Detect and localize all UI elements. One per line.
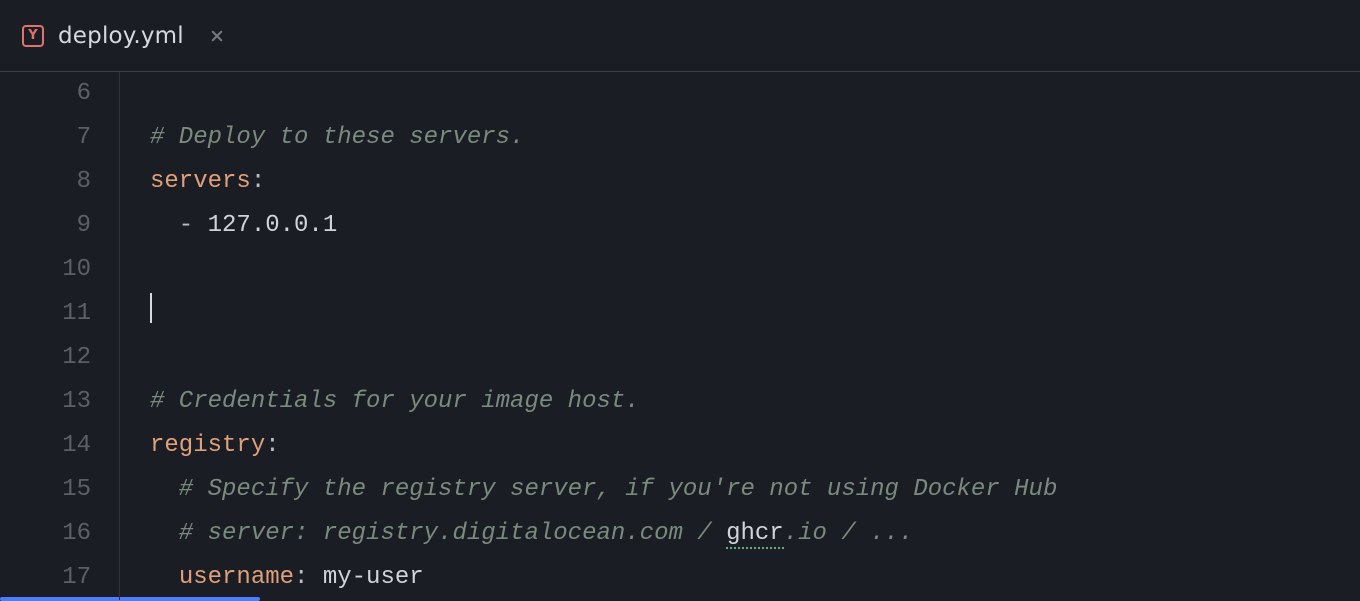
line-number: 7 [0, 116, 91, 160]
code-line[interactable]: - 127.0.0.1 [150, 204, 1360, 248]
tab-deploy-yml[interactable]: Y deploy.yml [0, 0, 254, 71]
code-line[interactable]: username: my-user [150, 556, 1360, 600]
code-token: # Deploy to these servers. [150, 124, 524, 151]
code-line[interactable]: # Specify the registry server, if you're… [150, 468, 1360, 512]
code-token: ghcr [726, 520, 784, 549]
line-number-gutter: 67891011121314151617 [0, 72, 120, 600]
code-line[interactable]: servers: [150, 160, 1360, 204]
code-line[interactable] [150, 72, 1360, 116]
code-line[interactable]: registry: [150, 424, 1360, 468]
line-number: 10 [0, 248, 91, 292]
code-token: my-user [323, 564, 424, 591]
code-line[interactable] [150, 336, 1360, 380]
line-number: 15 [0, 468, 91, 512]
line-number: 6 [0, 72, 91, 116]
yaml-file-icon: Y [22, 25, 44, 47]
code-token: 127.0.0.1 [208, 212, 338, 239]
code-token: : [265, 432, 279, 459]
line-number: 8 [0, 160, 91, 204]
code-line[interactable]: # Credentials for your image host. [150, 380, 1360, 424]
code-area[interactable]: # Deploy to these servers. servers: - 127… [120, 72, 1360, 600]
tab-filename: deploy.yml [58, 23, 184, 49]
line-number: 9 [0, 204, 91, 248]
code-token [150, 564, 179, 591]
text-cursor [150, 293, 152, 323]
line-number: 14 [0, 424, 91, 468]
line-number: 16 [0, 512, 91, 556]
line-number: 13 [0, 380, 91, 424]
code-line[interactable]: # Deploy to these servers. [150, 116, 1360, 160]
code-token: # Credentials for your image host. [150, 388, 640, 415]
code-token: - [150, 212, 208, 239]
code-line[interactable]: # server: registry.digitalocean.com / gh… [150, 512, 1360, 556]
code-token: servers [150, 168, 251, 195]
line-number: 11 [0, 292, 91, 336]
code-token: registry [150, 432, 265, 459]
code-token: : [294, 564, 323, 591]
code-line[interactable] [150, 292, 1360, 336]
code-token: # Specify the registry server, if you're… [150, 476, 1057, 503]
tab-bar: Y deploy.yml [0, 0, 1360, 72]
code-token: # server: registry.digitalocean.com / [150, 520, 726, 547]
line-number: 17 [0, 556, 91, 600]
code-editor[interactable]: 67891011121314151617 # Deploy to these s… [0, 72, 1360, 600]
line-number: 12 [0, 336, 91, 380]
code-token: : [251, 168, 265, 195]
code-line[interactable] [150, 248, 1360, 292]
close-icon[interactable] [208, 27, 226, 45]
code-token: .io / ... [784, 520, 914, 547]
code-token: username [179, 564, 294, 591]
